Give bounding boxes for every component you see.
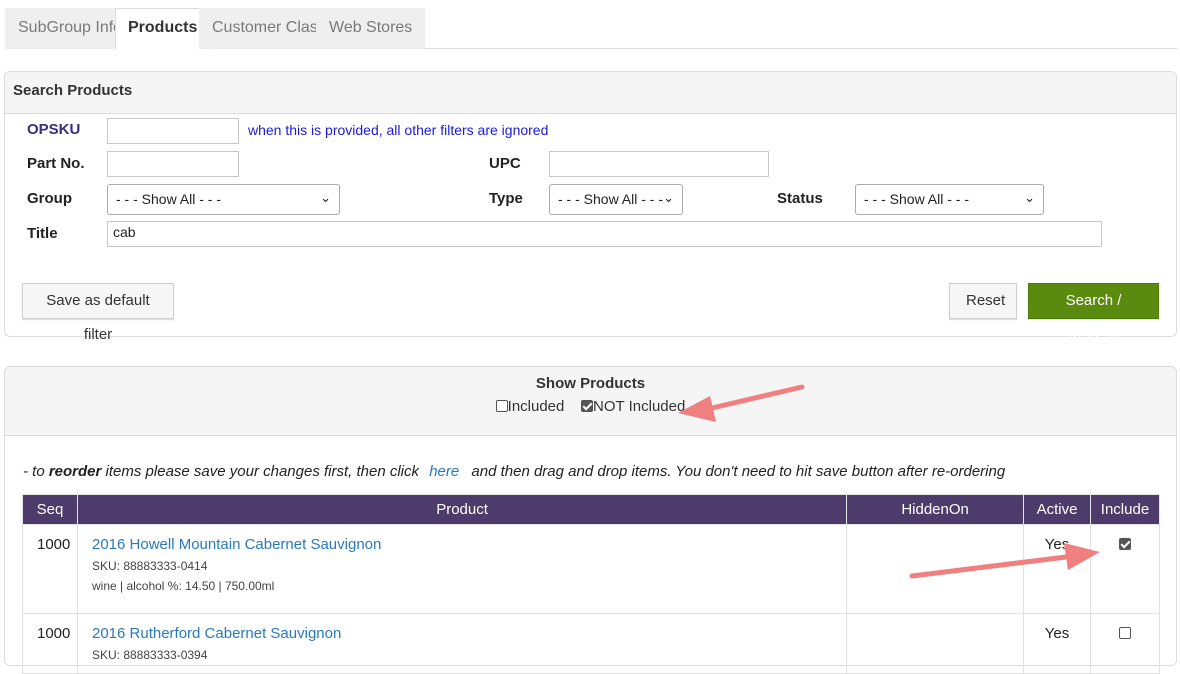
partno-input[interactable] — [107, 151, 239, 177]
opsku-label: OPSKU — [27, 121, 81, 138]
reorder-here-link[interactable]: here — [429, 463, 459, 480]
table-header-row: Seq Product HiddenOn Active Include — [22, 494, 1161, 525]
chevron-down-icon: ⌄ — [663, 190, 674, 205]
row-product-cell: 2016 Rutherford Cabernet Sauvignon SKU: … — [76, 613, 848, 674]
col-product[interactable]: Product — [76, 494, 848, 525]
status-select[interactable]: - - - Show All - - - ⌄ — [855, 184, 1044, 215]
group-label: Group — [27, 190, 72, 207]
chevron-down-icon: ⌄ — [320, 190, 331, 205]
row-active: Yes — [1023, 524, 1091, 614]
reorder-middle: items please save your changes first, th… — [101, 463, 420, 480]
reorder-note: - to reorder items please save your chan… — [23, 463, 1005, 480]
group-select-value: - - - Show All - - - — [116, 191, 222, 207]
table-row: 1000 2016 Howell Mountain Cabernet Sauvi… — [22, 524, 1161, 614]
chevron-down-icon: ⌄ — [1024, 190, 1035, 205]
type-select-value: - - - Show All - - - — [558, 191, 664, 207]
status-select-value: - - - Show All - - - — [864, 191, 970, 207]
reorder-prefix: - to — [23, 463, 49, 480]
search-refresh-button[interactable]: Search / Refresh — [1028, 283, 1159, 343]
tab-bar: SubGroup Info Products Customer Class We… — [5, 6, 1177, 50]
included-checkbox[interactable] — [495, 400, 508, 412]
included-label: Included — [507, 398, 565, 415]
include-checkbox[interactable] — [1118, 538, 1131, 550]
type-select[interactable]: - - - Show All - - - ⌄ — [549, 184, 683, 215]
title-label: Title — [27, 225, 58, 242]
tab-web-stores[interactable]: Web Stores — [316, 8, 426, 49]
show-products-title: Show Products — [535, 375, 646, 392]
row-seq: 1000 — [22, 613, 78, 674]
products-table: Seq Product HiddenOn Active Include 1000… — [22, 494, 1161, 674]
row-hiddenon — [846, 524, 1025, 614]
col-include[interactable]: Include — [1089, 494, 1161, 525]
row-include-cell — [1089, 524, 1161, 614]
table-row: 1000 2016 Rutherford Cabernet Sauvignon … — [22, 613, 1161, 674]
row-hiddenon — [846, 613, 1025, 674]
product-sku: SKU: 88883333-0394 — [91, 648, 208, 662]
tab-products[interactable]: Products — [115, 8, 211, 50]
reset-button[interactable]: Reset — [949, 283, 1017, 319]
not-included-checkbox[interactable] — [581, 400, 594, 412]
reorder-bold: reorder — [48, 463, 102, 480]
upc-input[interactable] — [549, 151, 769, 177]
col-hiddenon[interactable]: HiddenOn — [846, 494, 1025, 525]
row-active: Yes — [1023, 613, 1091, 674]
not-included-label: NOT Included — [593, 398, 686, 415]
status-label: Status — [777, 190, 823, 207]
show-products-filters: Included NOT Included — [5, 398, 1176, 415]
row-product-cell: 2016 Howell Mountain Cabernet Sauvignon … — [76, 524, 848, 614]
show-products-header: Show Products Included NOT Included — [5, 367, 1176, 436]
reorder-suffix: and then drag and drop items. You don't … — [471, 463, 1006, 480]
include-checkbox[interactable] — [1118, 627, 1131, 639]
title-input[interactable]: cab — [107, 221, 1102, 247]
show-products-panel: Show Products Included NOT Included - to… — [4, 366, 1177, 674]
group-select[interactable]: - - - Show All - - - ⌄ — [107, 184, 340, 215]
product-details: wine | alcohol %: 14.50 | 750.00ml — [91, 579, 275, 593]
upc-label: UPC — [489, 155, 521, 172]
partno-label: Part No. — [27, 155, 85, 172]
product-link[interactable]: 2016 Howell Mountain Cabernet Sauvignon — [92, 536, 846, 553]
opsku-hint: when this is provided, all other filters… — [248, 122, 549, 138]
opsku-input[interactable] — [107, 118, 239, 144]
search-products-panel: Search Products OPSKU when this is provi… — [4, 71, 1177, 343]
search-products-heading: Search Products — [5, 72, 1176, 114]
type-label: Type — [489, 190, 523, 207]
col-active[interactable]: Active — [1023, 494, 1091, 525]
save-default-filter-button[interactable]: Save as default filter — [22, 283, 174, 343]
row-seq: 1000 — [22, 524, 78, 614]
row-include-cell — [1089, 613, 1161, 674]
product-sku: SKU: 88883333-0414 — [91, 559, 208, 573]
product-link[interactable]: 2016 Rutherford Cabernet Sauvignon — [92, 625, 846, 642]
col-seq[interactable]: Seq — [22, 494, 78, 525]
